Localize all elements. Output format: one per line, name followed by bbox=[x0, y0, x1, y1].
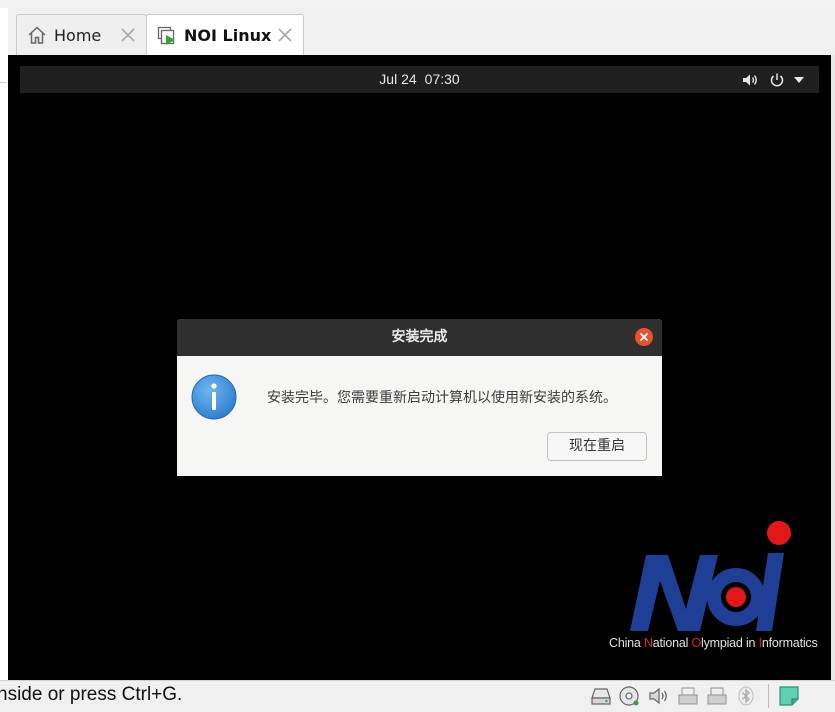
hard-disk-icon[interactable] bbox=[589, 685, 613, 707]
vm-display-icon bbox=[157, 26, 175, 45]
guest-clock[interactable]: Jul 24 07:30 bbox=[20, 66, 819, 93]
close-tab-icon[interactable] bbox=[275, 25, 295, 45]
bluetooth-icon[interactable] bbox=[734, 685, 758, 707]
dialog-title: 安装完成 bbox=[391, 329, 448, 345]
window-top-edge bbox=[0, 0, 835, 8]
tab-home[interactable]: Home bbox=[16, 14, 147, 55]
volume-icon[interactable] bbox=[741, 71, 759, 89]
audio-icon[interactable] bbox=[647, 685, 671, 707]
home-icon bbox=[28, 26, 46, 44]
status-bar: nside or press Ctrl+G. bbox=[0, 680, 835, 712]
guest-time: 07:30 bbox=[424, 71, 460, 87]
install-complete-dialog: 安装完成 安装完毕。您需要重新启动计算机以使用新安装的系统。 现在重启 bbox=[177, 319, 662, 476]
window-right-edge bbox=[831, 55, 835, 680]
noi-tagline: China National Olympiad in Informatics bbox=[609, 636, 818, 650]
close-icon[interactable] bbox=[635, 328, 653, 346]
usb-icon[interactable] bbox=[705, 685, 729, 707]
dropdown-arrow-icon[interactable] bbox=[793, 75, 805, 85]
sticky-note-icon[interactable] bbox=[777, 685, 801, 707]
restart-now-button[interactable]: 现在重启 bbox=[547, 432, 647, 461]
statusbar-divider bbox=[768, 684, 769, 708]
tab-bar: Home NOI Linux bbox=[8, 8, 835, 56]
guest-date: Jul 24 bbox=[379, 71, 417, 87]
tab-noi-linux-label: NOI Linux bbox=[184, 26, 272, 45]
close-tab-icon[interactable] bbox=[118, 25, 138, 45]
optical-drive-icon[interactable] bbox=[617, 685, 641, 707]
tab-noi-linux[interactable]: NOI Linux bbox=[146, 14, 304, 56]
info-icon bbox=[191, 374, 237, 420]
dialog-message: 安装完毕。您需要重新启动计算机以使用新安装的系统。 bbox=[267, 390, 617, 406]
status-hint: nside or press Ctrl+G. bbox=[0, 684, 183, 705]
power-icon[interactable] bbox=[768, 71, 786, 89]
guest-top-bar: Jul 24 07:30 bbox=[20, 66, 819, 93]
dialog-header[interactable]: 安装完成 bbox=[177, 319, 662, 356]
tab-home-label: Home bbox=[54, 25, 102, 45]
usb-icon[interactable] bbox=[676, 685, 700, 707]
